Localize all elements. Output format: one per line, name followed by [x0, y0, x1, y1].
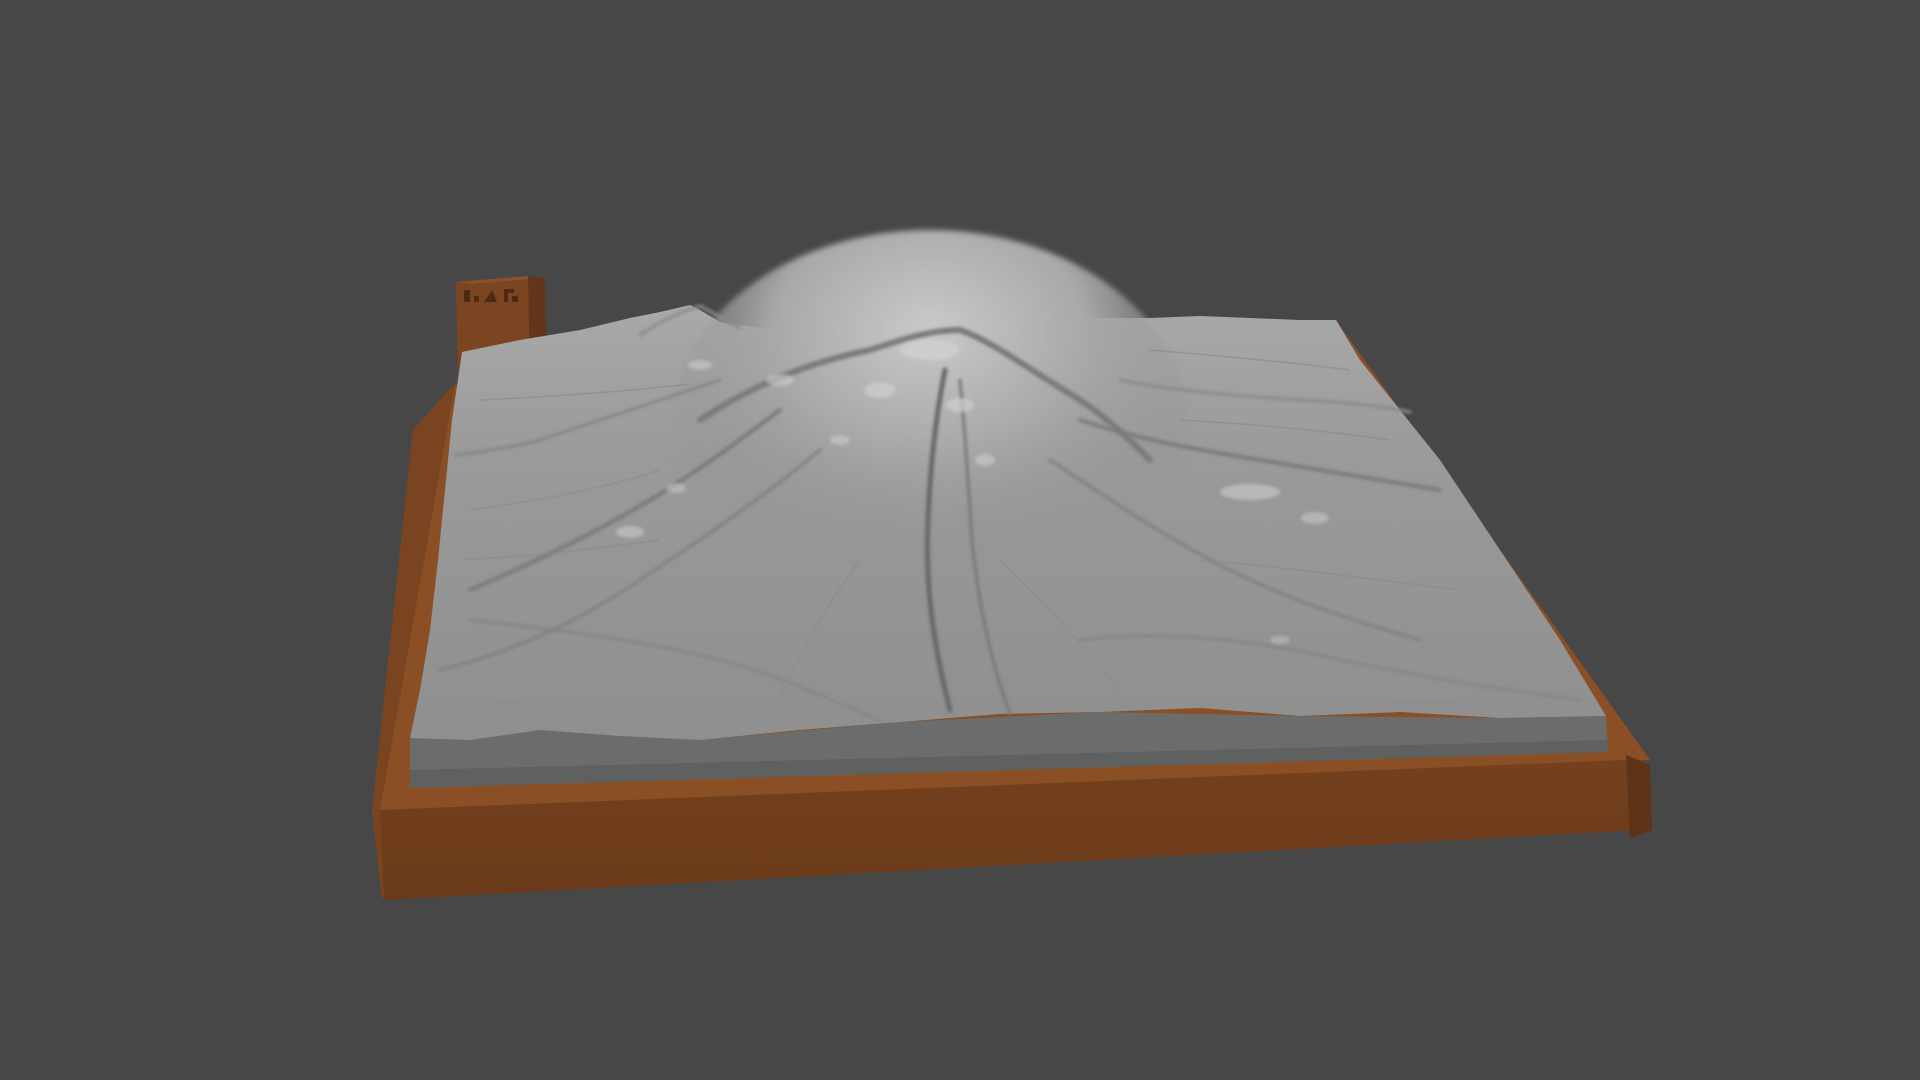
terrain-mesh[interactable]: [410, 230, 1608, 788]
render-canvas: [372, 230, 1652, 900]
3d-viewport[interactable]: [0, 0, 1920, 1080]
base-right-side: [1626, 755, 1652, 838]
